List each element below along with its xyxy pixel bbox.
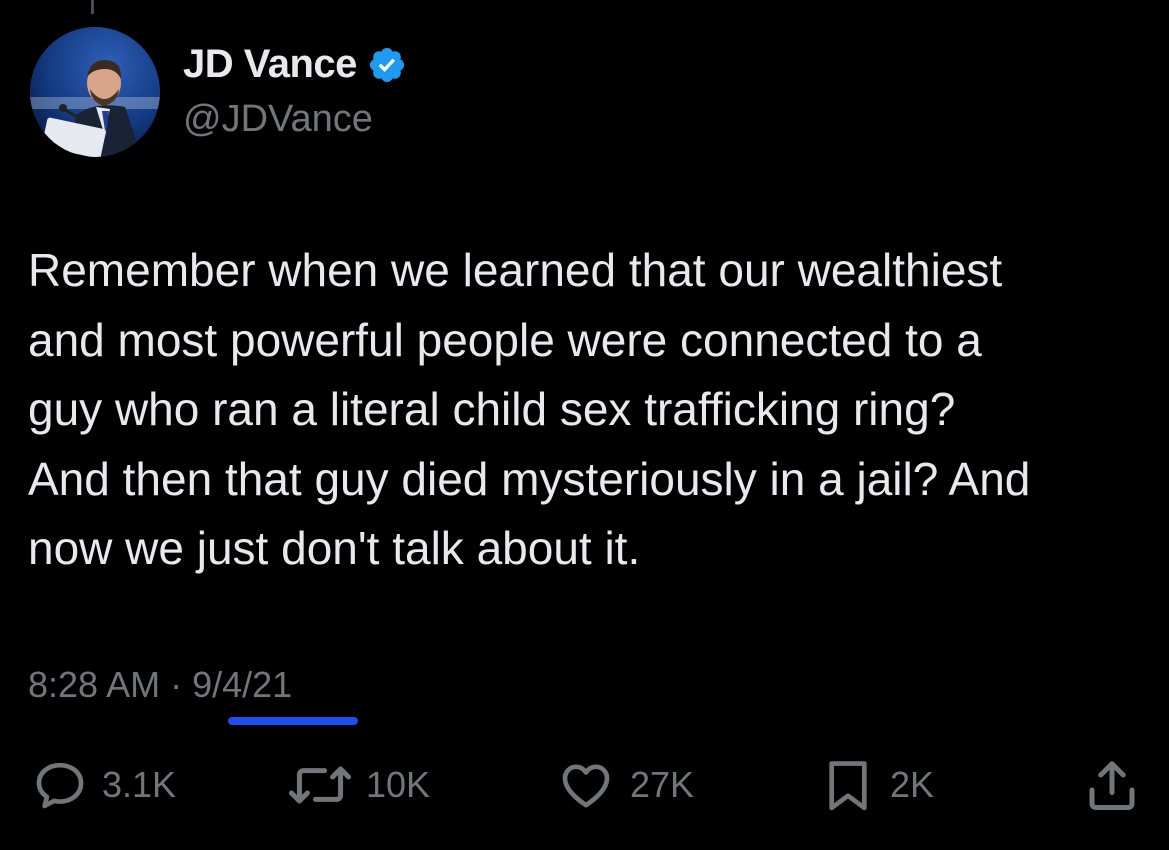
meta-separator: ·	[170, 664, 183, 705]
like-icon	[562, 764, 610, 808]
retweet-button[interactable]: 10K	[288, 750, 430, 820]
author-name[interactable]: JD Vance	[183, 42, 357, 87]
like-count: 27K	[630, 764, 695, 805]
bookmark-count: 2K	[890, 764, 935, 805]
tweet-date[interactable]: 9/4/21	[192, 664, 292, 706]
retweet-count: 10K	[366, 764, 431, 805]
reply-button[interactable]: 3.1K	[32, 750, 176, 820]
reply-count: 3.1K	[102, 764, 177, 805]
retweet-icon	[288, 766, 352, 804]
verified-badge-icon[interactable]	[367, 45, 407, 85]
like-button[interactable]: 27K	[556, 750, 694, 820]
avatar[interactable]	[30, 27, 160, 157]
tweet-text: Remember when we learned that our wealth…	[28, 244, 1031, 574]
share-icon	[1089, 761, 1135, 810]
action-bar: 3.1K 10K 27K 2K	[0, 750, 1169, 820]
avatar-photo	[30, 27, 160, 157]
date-underline	[228, 717, 358, 725]
author-handle[interactable]: @JDVance	[183, 98, 373, 141]
share-button[interactable]	[1082, 750, 1142, 820]
author-name-row: JD Vance	[183, 42, 407, 87]
tweet-meta: 8:28 AM · 9/4/21	[28, 664, 292, 706]
tweet-time[interactable]: 8:28 AM	[28, 664, 160, 706]
thread-line	[91, 0, 94, 14]
reply-icon	[36, 762, 84, 809]
bookmark-button[interactable]: 2K	[820, 750, 934, 820]
bookmark-icon	[829, 761, 867, 811]
